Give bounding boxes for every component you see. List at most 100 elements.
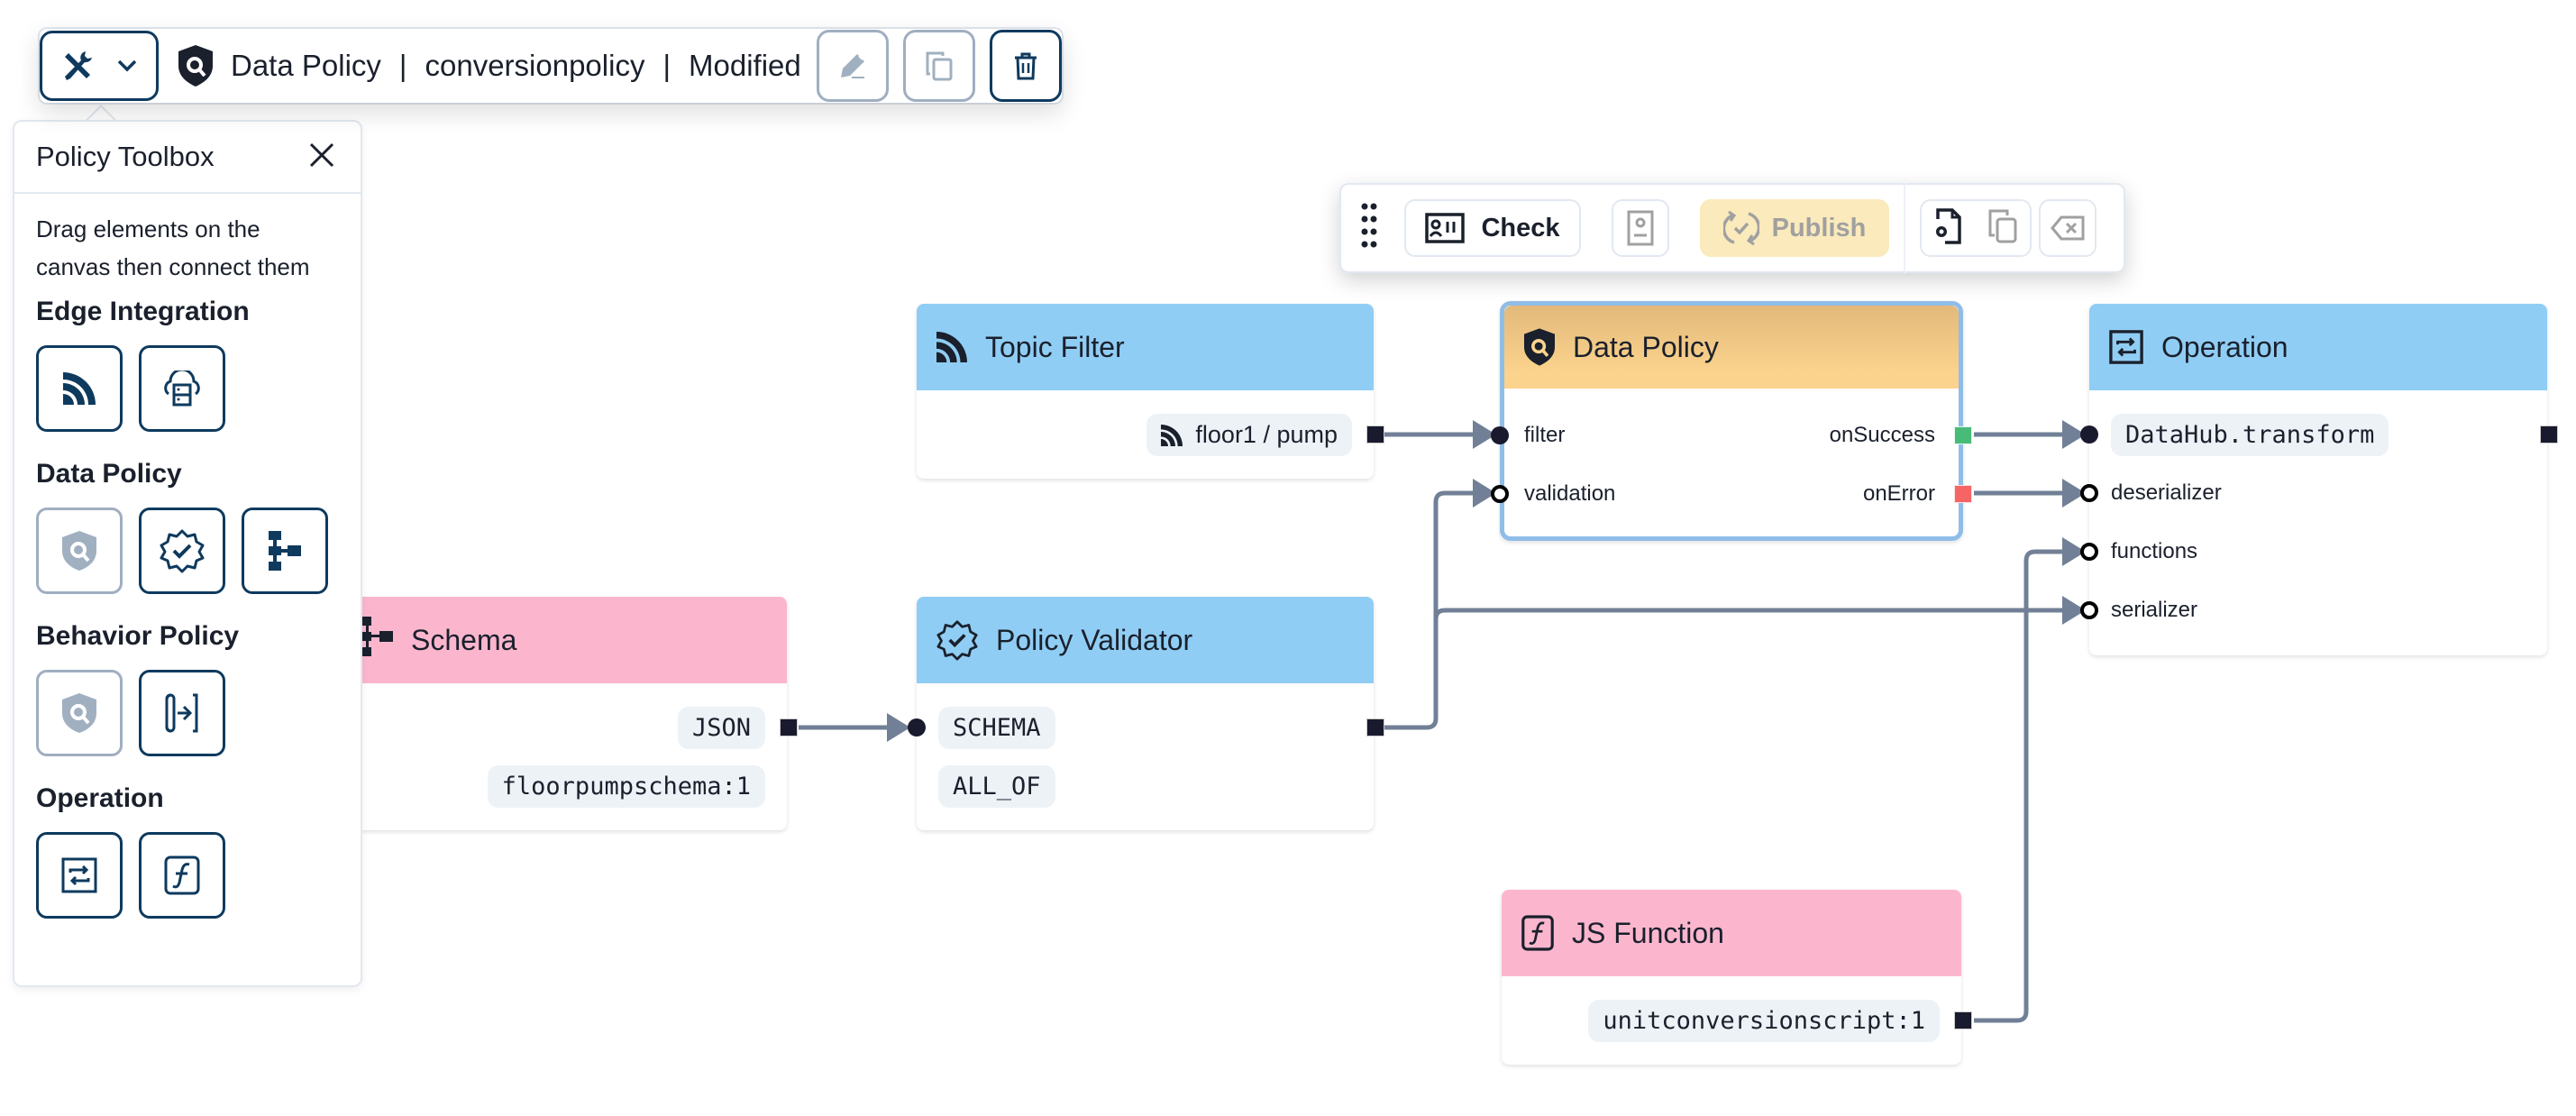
onerror-output-handle[interactable] bbox=[1954, 485, 1972, 503]
validation-input-handle[interactable] bbox=[1491, 485, 1509, 503]
validator-node[interactable]: Policy Validator SCHEMA ALL_OF bbox=[908, 597, 1384, 830]
operation-node-header[interactable]: Operation bbox=[2089, 304, 2547, 390]
duplicate-button[interactable] bbox=[903, 30, 975, 102]
topic-filter-icon bbox=[936, 332, 967, 362]
schema-type-chip: JSON bbox=[677, 707, 765, 749]
tool-transition[interactable] bbox=[139, 670, 225, 756]
schema-node-header[interactable]: Schema bbox=[297, 597, 787, 683]
publish-label: Publish bbox=[1771, 213, 1867, 242]
function-output-handle[interactable] bbox=[1954, 1011, 1972, 1029]
chevron-down-icon bbox=[117, 59, 137, 72]
policy-header-toolbar: Data Policy | conversionpolicy | Modifie… bbox=[40, 29, 1062, 103]
data-policy-node-title: Data Policy bbox=[1573, 330, 1719, 363]
edge-validator-to-validation[interactable] bbox=[1384, 490, 1482, 730]
id-card-icon bbox=[1425, 213, 1466, 243]
clear-button[interactable] bbox=[2039, 199, 2096, 257]
pencil-icon bbox=[841, 54, 864, 78]
input-serializer-label: serializer bbox=[2111, 598, 2198, 622]
function-icon bbox=[1521, 915, 1554, 951]
drag-handle-icon[interactable] bbox=[1361, 203, 1377, 254]
topic-output-handle[interactable] bbox=[1366, 425, 1384, 444]
policy-name: conversionpolicy bbox=[425, 49, 645, 82]
data-policy-node[interactable]: Data Policy filter validation onSuccess … bbox=[1491, 301, 1972, 541]
policy-toolbox: Policy Toolbox Drag elements on the canv… bbox=[13, 120, 362, 987]
policy-status: Modified bbox=[689, 49, 801, 82]
title-separator: | bbox=[398, 49, 407, 82]
operation-icon bbox=[61, 857, 97, 893]
validator-icon bbox=[936, 620, 978, 661]
check-button[interactable]: Check bbox=[1404, 199, 1581, 257]
topic-filter-node-header[interactable]: Topic Filter bbox=[917, 304, 1374, 390]
close-icon[interactable] bbox=[306, 140, 337, 170]
section-edge-integration: Edge Integration bbox=[36, 297, 250, 326]
tools-icon bbox=[65, 51, 92, 80]
operation-node-title: Operation bbox=[2161, 330, 2288, 363]
tool-topic-filter[interactable] bbox=[36, 345, 123, 432]
topic-chip: floor1 / pump bbox=[1146, 414, 1352, 456]
functions-input-handle[interactable] bbox=[2080, 543, 2098, 561]
topic-value: floor1 / pump bbox=[1195, 421, 1338, 448]
validator-node-header[interactable]: Policy Validator bbox=[917, 597, 1374, 683]
report-button[interactable] bbox=[1612, 199, 1669, 257]
tool-validator[interactable] bbox=[139, 508, 225, 594]
topic-filter-node-title: Topic Filter bbox=[985, 330, 1125, 363]
policy-type: Data Policy bbox=[231, 49, 381, 82]
validator-input-handle[interactable] bbox=[908, 718, 926, 736]
copy-icon bbox=[1988, 209, 2016, 242]
toolbox-toggle-button[interactable] bbox=[40, 31, 159, 101]
toolbox-description: Drag elements on the canvas then connect… bbox=[36, 215, 310, 280]
report-icon bbox=[1627, 210, 1654, 246]
shield-search-icon bbox=[178, 45, 213, 87]
edge-validator-to-serializer[interactable] bbox=[1433, 608, 2071, 620]
function-icon bbox=[164, 855, 200, 895]
trash-icon bbox=[1015, 52, 1037, 80]
operation-node[interactable]: Operation DataHub.transform deserializer… bbox=[2080, 304, 2558, 655]
policy-title: Data Policy | conversionpolicy | Modifie… bbox=[178, 45, 801, 87]
copy-button[interactable] bbox=[1987, 208, 2018, 249]
copy-icon bbox=[926, 51, 953, 81]
validator-output-handle[interactable] bbox=[1366, 718, 1384, 736]
file-settings-button[interactable] bbox=[1934, 207, 1963, 249]
topic-icon bbox=[1161, 424, 1183, 446]
onsuccess-output-handle[interactable] bbox=[1954, 426, 1972, 444]
validator-node-title: Policy Validator bbox=[996, 623, 1193, 656]
delete-button[interactable] bbox=[990, 30, 1062, 102]
input-deserializer-label: deserializer bbox=[2111, 480, 2222, 505]
tool-client-filter[interactable] bbox=[139, 345, 225, 432]
tool-operation[interactable] bbox=[36, 832, 123, 919]
edge-function-to-functions[interactable] bbox=[1974, 549, 2071, 1023]
schema-output-handle[interactable] bbox=[780, 718, 798, 736]
tool-schema[interactable] bbox=[242, 508, 328, 594]
output-onerror-label: onError bbox=[1862, 481, 1935, 506]
data-policy-node-header[interactable]: Data Policy bbox=[1504, 306, 1959, 389]
operation-output-handle[interactable] bbox=[2540, 425, 2558, 444]
transition-icon bbox=[165, 693, 198, 733]
schema-node[interactable]: Schema JSON floorpumpschema:1 bbox=[297, 597, 798, 830]
filter-input-handle[interactable] bbox=[1491, 426, 1509, 444]
script-chip: unitconversionscript:1 bbox=[1588, 1000, 1940, 1042]
section-data-policy: Data Policy bbox=[36, 459, 182, 489]
deserializer-input-handle[interactable] bbox=[2080, 484, 2098, 502]
tool-data-policy[interactable] bbox=[36, 508, 123, 594]
operation-input-handle[interactable] bbox=[2080, 425, 2098, 444]
js-function-node-title: JS Function bbox=[1572, 916, 1724, 949]
schema-icon bbox=[362, 617, 393, 663]
tool-behavior-policy[interactable] bbox=[36, 670, 123, 756]
output-onsuccess-label: onSuccess bbox=[1829, 423, 1935, 447]
topic-filter-node[interactable]: Topic Filter floor1 / pump bbox=[917, 304, 1384, 479]
js-function-node-header[interactable]: JS Function bbox=[1502, 890, 1961, 976]
js-function-node[interactable]: JS Function unitconversionscript:1 bbox=[1502, 890, 1972, 1065]
serializer-input-handle[interactable] bbox=[2080, 601, 2098, 619]
input-functions-label: functions bbox=[2111, 539, 2198, 563]
publish-button[interactable]: Publish bbox=[1700, 199, 1889, 257]
backspace-icon bbox=[2051, 215, 2085, 241]
tool-function[interactable] bbox=[139, 832, 225, 919]
section-behavior-policy: Behavior Policy bbox=[36, 621, 240, 651]
data-policy-icon bbox=[62, 531, 96, 571]
operation-icon bbox=[2109, 330, 2143, 364]
edit-button[interactable] bbox=[817, 30, 889, 102]
schema-version-chip: floorpumpschema:1 bbox=[487, 765, 765, 808]
section-operation: Operation bbox=[36, 783, 164, 813]
shield-search-icon bbox=[1524, 328, 1555, 366]
title-separator: | bbox=[662, 49, 671, 82]
